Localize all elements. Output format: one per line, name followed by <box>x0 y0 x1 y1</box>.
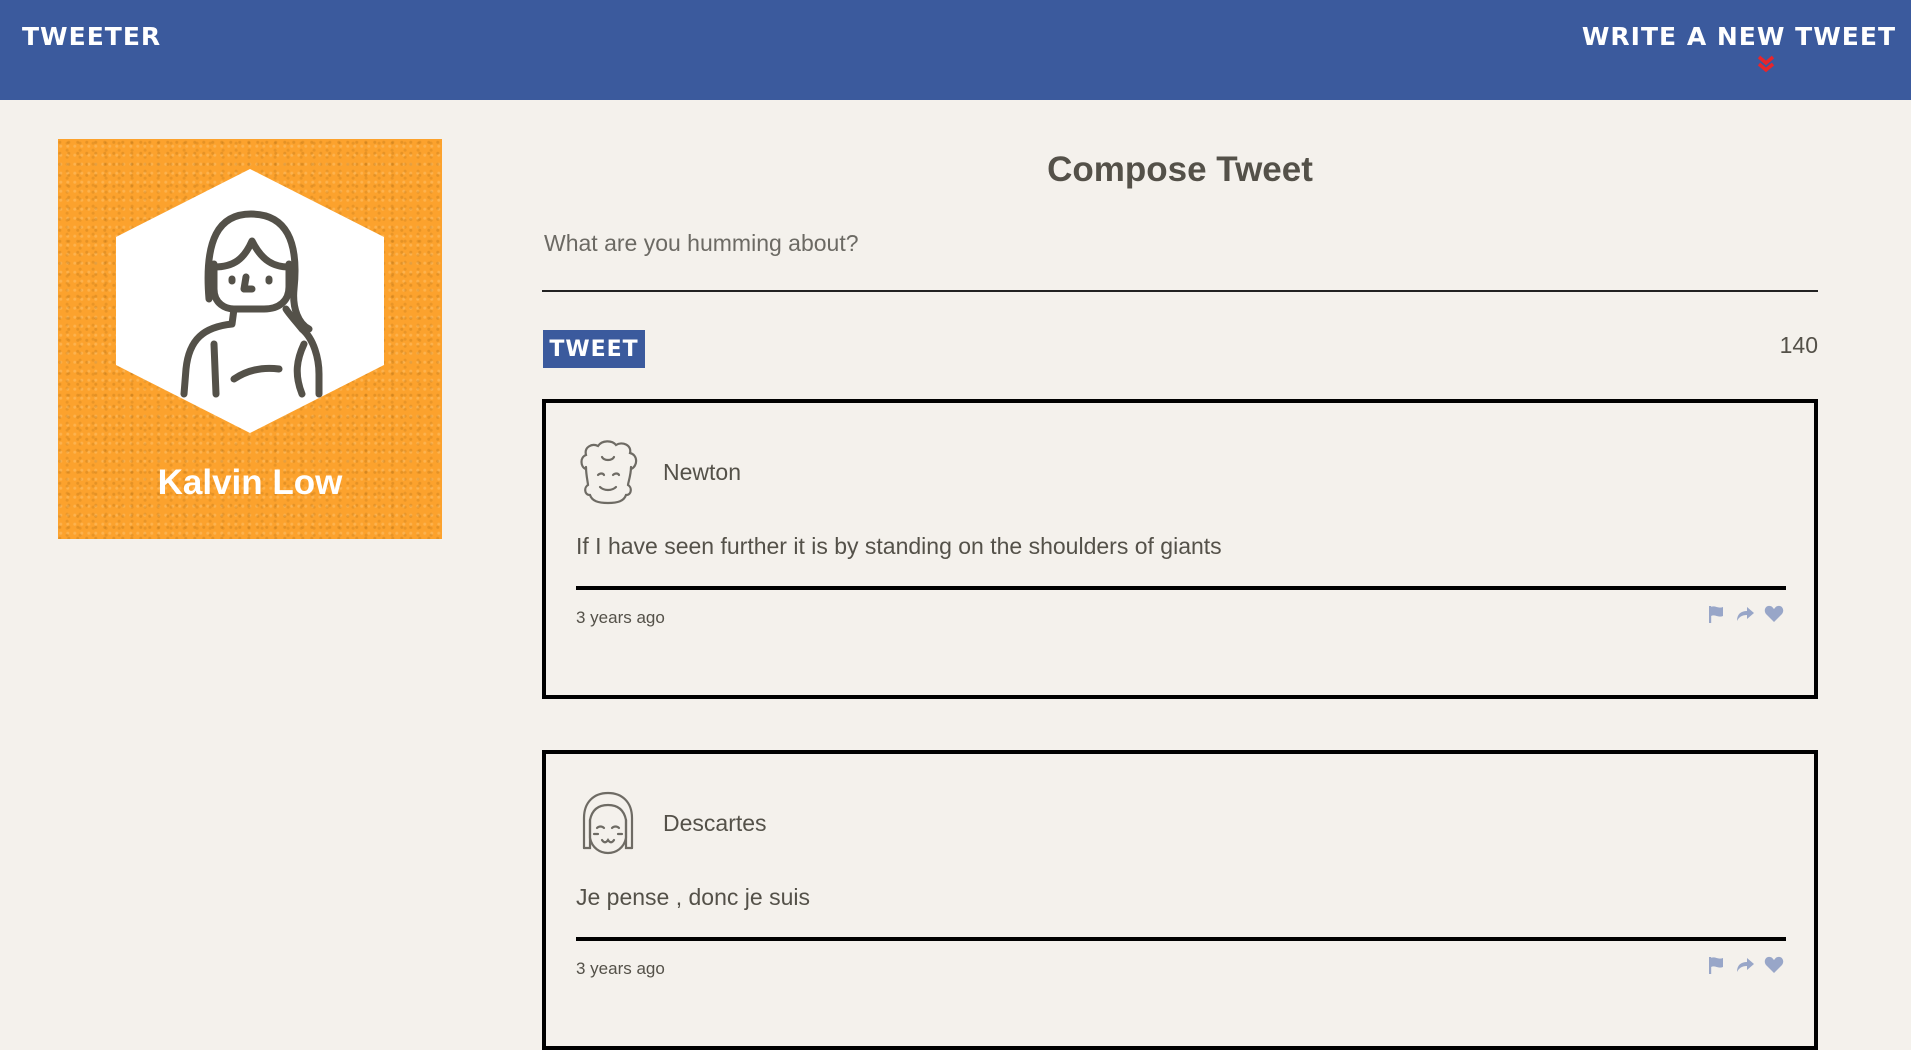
profile-card: Kalvin Low <box>58 139 442 539</box>
retweet-icon[interactable] <box>1735 955 1755 975</box>
heart-icon[interactable] <box>1764 604 1784 624</box>
brand-logo[interactable]: TWEETER <box>22 22 161 51</box>
tweet-handle[interactable]: Descartes <box>663 810 767 837</box>
girl-avatar-icon <box>116 169 384 433</box>
tweet-button[interactable]: TWEET <box>543 330 645 368</box>
bob-hair-avatar-icon <box>582 791 634 855</box>
tweet-timestamp: 3 years ago <box>576 608 665 627</box>
compose-title: Compose Tweet <box>1047 150 1313 189</box>
retweet-icon[interactable] <box>1735 604 1755 624</box>
tweet-handle[interactable]: Newton <box>663 459 741 486</box>
tweet-text: If I have seen further it is by standing… <box>576 533 1222 559</box>
top-nav-bar: TWEETER WRITE A NEW TWEET <box>0 0 1911 100</box>
write-new-tweet-link[interactable]: WRITE A NEW TWEET <box>1582 22 1896 51</box>
flag-icon[interactable] <box>1706 604 1726 624</box>
profile-name: Kalvin Low <box>157 463 343 502</box>
curly-hair-avatar-icon <box>580 440 638 505</box>
flag-icon[interactable] <box>1706 955 1726 975</box>
tweet-divider <box>576 937 1786 941</box>
tweet-actions <box>1706 604 1784 624</box>
char-counter: 140 <box>1779 332 1818 358</box>
heart-icon[interactable] <box>1764 955 1784 975</box>
tweet-actions <box>1706 955 1784 975</box>
tweet-text: Je pense , donc je suis <box>576 884 810 910</box>
double-chevron-down-icon[interactable] <box>1755 54 1777 74</box>
tweet-input[interactable] <box>542 222 1818 292</box>
tweet-card: Descartes Je pense , donc je suis 3 year… <box>542 750 1818 1050</box>
tweet-card: Newton If I have seen further it is by s… <box>542 399 1818 699</box>
tweet-timestamp: 3 years ago <box>576 959 665 978</box>
tweet-divider <box>576 586 1786 590</box>
